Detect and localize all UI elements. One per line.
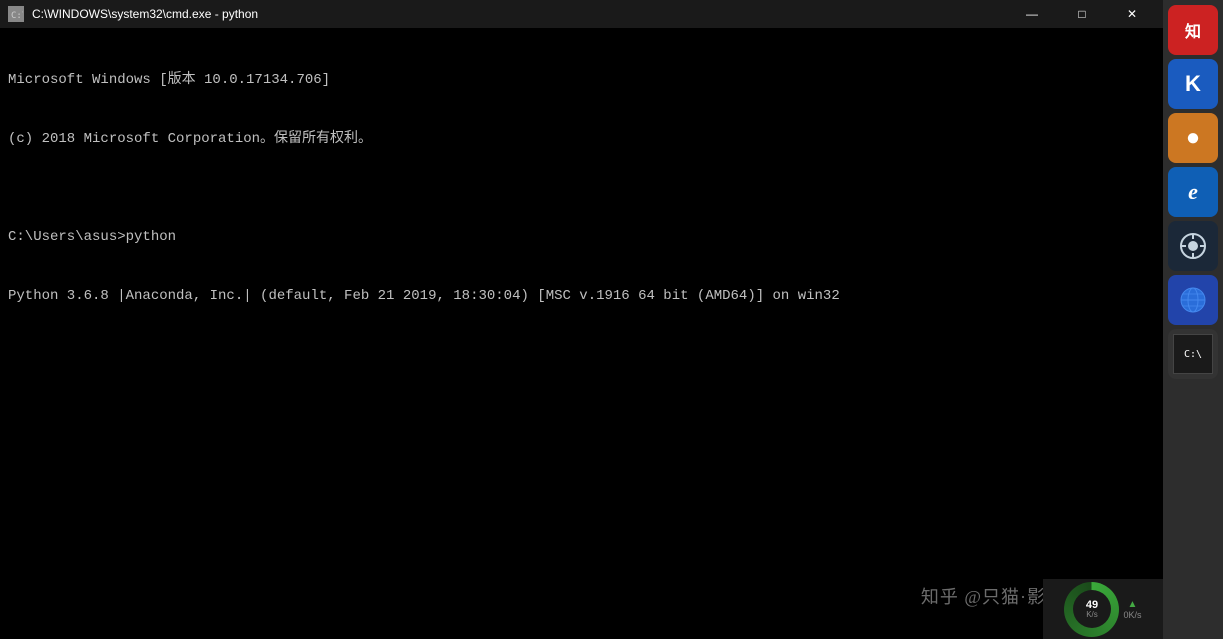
title-bar: C:\ C:\WINDOWS\system32\cmd.exe - python… — [0, 0, 1163, 28]
terminal-line-4: C:\Users\asus>python — [8, 228, 1155, 248]
cmd-title-icon: C:\ — [8, 6, 24, 22]
cmd-window: C:\ C:\WINDOWS\system32\cmd.exe - python… — [0, 0, 1163, 639]
speed-inner: 49 K/s — [1073, 590, 1111, 628]
zhihu-icon[interactable]: 知 — [1168, 5, 1218, 55]
title-bar-left: C:\ C:\WINDOWS\system32\cmd.exe - python — [8, 6, 258, 22]
minimize-button[interactable]: — — [1009, 0, 1055, 28]
speed-value: 49 — [1086, 600, 1098, 611]
upload-arrow-icon: ▲ — [1128, 599, 1138, 610]
terminal-line-5: Python 3.6.8 |Anaconda, Inc.| (default, … — [8, 287, 1155, 307]
terminal-output: Microsoft Windows [版本 10.0.17134.706] (c… — [0, 28, 1163, 338]
edge-browser-icon[interactable]: e — [1168, 167, 1218, 217]
cmd-taskbar-icon[interactable]: C:\ — [1168, 329, 1218, 379]
svg-text:C:\: C:\ — [11, 11, 23, 21]
speed-unit: K/s — [1086, 611, 1098, 619]
k-app-icon[interactable]: K — [1168, 59, 1218, 109]
terminal-line-2: (c) 2018 Microsoft Corporation。保留所有权利。 — [8, 130, 1155, 150]
speed-indicator: 49 K/s ▲ 0K/s — [1043, 579, 1163, 639]
upload-speed: 0K/s — [1123, 610, 1141, 620]
close-button[interactable]: ✕ — [1109, 0, 1155, 28]
steam-icon[interactable] — [1168, 221, 1218, 271]
maximize-button[interactable]: □ — [1059, 0, 1105, 28]
terminal-line-1: Microsoft Windows [版本 10.0.17134.706] — [8, 71, 1155, 91]
orange-app-icon[interactable]: ● — [1168, 113, 1218, 163]
earth-app-icon[interactable] — [1168, 275, 1218, 325]
speed-circle: 49 K/s — [1064, 582, 1119, 637]
taskbar-sidebar: 知 K ● e C:\ — [1163, 0, 1223, 639]
title-bar-controls: — □ ✕ — [1009, 0, 1155, 28]
window-title: C:\WINDOWS\system32\cmd.exe - python — [32, 7, 258, 21]
